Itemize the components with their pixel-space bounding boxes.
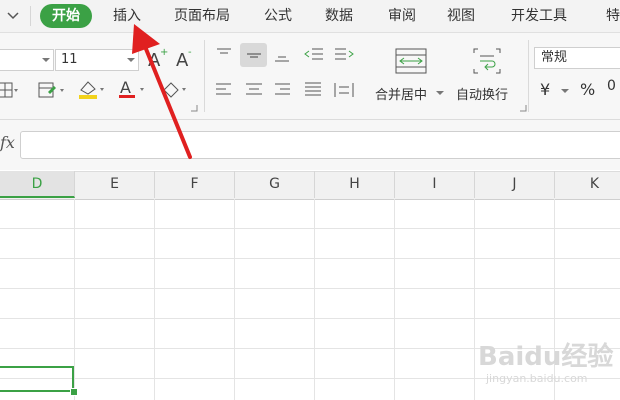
tab-data[interactable]: 数据 xyxy=(325,0,353,32)
justify-icon[interactable] xyxy=(303,81,323,99)
dropdown-arrow-icon xyxy=(42,58,50,62)
borders-icon[interactable] xyxy=(0,80,18,100)
align-center-icon[interactable] xyxy=(244,81,264,99)
column-header-i[interactable]: I xyxy=(395,171,475,198)
decrease-indent-icon[interactable] xyxy=(303,46,325,64)
tab-developer[interactable]: 开发工具 xyxy=(511,0,567,32)
column-header-e[interactable]: E xyxy=(75,171,155,198)
tab-special[interactable]: 特 xyxy=(606,0,620,32)
tab-home[interactable]: 开始 xyxy=(40,4,92,28)
merge-center-icon[interactable] xyxy=(394,47,428,75)
selected-cell[interactable] xyxy=(0,366,74,392)
column-header-j[interactable]: J xyxy=(475,171,555,198)
merge-center-label: 合并居中 xyxy=(375,88,428,103)
align-right-icon[interactable] xyxy=(272,81,292,99)
column-header-k[interactable]: K xyxy=(555,171,620,198)
wrap-text-icon[interactable] xyxy=(472,47,502,75)
align-bottom-icon[interactable] xyxy=(272,46,292,64)
menu-separator xyxy=(30,6,31,26)
number-format-value: 常规 xyxy=(541,50,568,65)
increase-indent-icon[interactable] xyxy=(333,46,355,64)
column-header-g[interactable]: G xyxy=(235,171,315,198)
watermark-url: jingyan.baidu.com xyxy=(486,372,588,385)
wrap-text-label: 自动换行 xyxy=(456,88,509,103)
collapse-chevron-icon[interactable] xyxy=(6,9,20,23)
merge-center-button[interactable]: 合并居中 xyxy=(375,84,427,103)
merge-dropdown-icon[interactable] xyxy=(436,90,444,96)
annotation-arrow-icon xyxy=(132,24,192,159)
column-header-h[interactable]: H xyxy=(315,171,395,198)
distributed-align-icon[interactable] xyxy=(333,81,355,99)
column-header-f[interactable]: F xyxy=(155,171,235,198)
align-top-icon[interactable] xyxy=(214,46,234,64)
fx-icon[interactable]: fx xyxy=(0,133,15,152)
tab-review[interactable]: 审阅 xyxy=(388,0,416,32)
align-left-icon[interactable] xyxy=(214,81,234,99)
currency-dropdown-icon[interactable] xyxy=(561,88,569,94)
ribbon-separator xyxy=(528,40,529,112)
column-header-d[interactable]: D xyxy=(0,171,75,198)
font-size-value: 11 xyxy=(61,52,78,67)
tab-view[interactable]: 视图 xyxy=(447,0,475,32)
alignment-dialog-launcher-icon[interactable] xyxy=(519,104,527,112)
wrap-text-button[interactable]: 自动换行 xyxy=(456,84,508,103)
percent-symbol: % xyxy=(580,80,596,99)
decimal-symbol: 0 xyxy=(607,78,616,94)
tab-formulas[interactable]: 公式 xyxy=(264,0,292,32)
currency-symbol: ¥ xyxy=(540,80,551,99)
number-format-select[interactable]: 常规 xyxy=(534,47,620,69)
align-middle-icon[interactable] xyxy=(244,46,264,64)
fill-handle[interactable] xyxy=(70,388,78,396)
fx-label: fx xyxy=(0,133,15,152)
cell-style-icon[interactable] xyxy=(36,80,68,100)
watermark: Baidu经验 xyxy=(478,342,614,372)
decimal-button[interactable]: 0 xyxy=(607,78,616,94)
fill-color-icon[interactable] xyxy=(76,78,108,100)
percent-button[interactable]: % xyxy=(580,80,595,99)
currency-button[interactable]: ¥ xyxy=(540,80,550,99)
formula-input[interactable] xyxy=(20,131,620,159)
font-name-select[interactable] xyxy=(0,49,54,71)
